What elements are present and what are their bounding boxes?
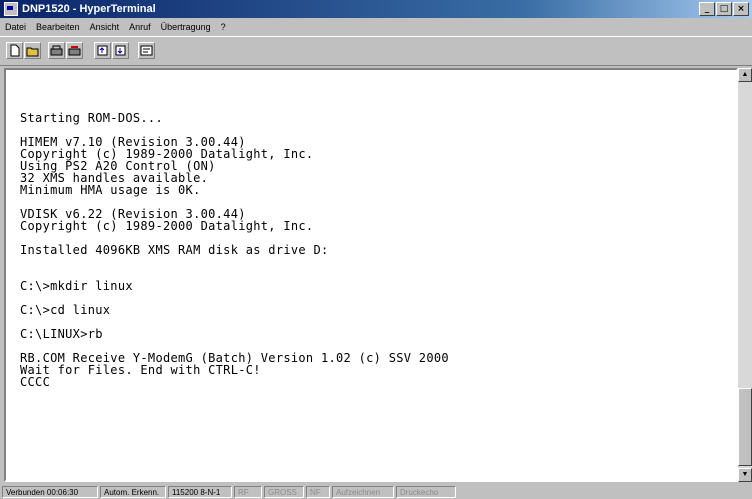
terminal-line: Installed 4096KB XMS RAM disk as drive D… [20, 243, 329, 257]
toolbar-group-file [6, 42, 42, 60]
status-detect: Autom. Erkenn. [100, 486, 166, 498]
status-capture: Aufzeichnen [332, 486, 394, 498]
terminal-output[interactable]: Starting ROM-DOS... HIMEM v7.10 (Revision… [20, 100, 732, 476]
terminal-line: C:\>cd linux [20, 303, 111, 317]
menu-anruf[interactable]: Anruf [124, 22, 156, 32]
terminal-line: C:\LINUX>rb [20, 327, 103, 341]
menu-bearbeiten[interactable]: Bearbeiten [31, 22, 85, 32]
status-bar: Verbunden 00:06:30 Autom. Erkenn. 115200… [0, 485, 752, 499]
terminal-line: Copyright (c) 1989-2000 Datalight, Inc. [20, 219, 314, 233]
toolbar-group-transfer [94, 42, 130, 60]
terminal-line: Starting ROM-DOS... [20, 111, 163, 125]
menu-bar: Datei Bearbeiten Ansicht Anruf Übertragu… [0, 19, 752, 35]
terminal-line: Minimum HMA usage is 0K. [20, 183, 201, 197]
status-settings: 115200 8-N-1 [168, 486, 232, 498]
window-controls: _ □ × [699, 2, 749, 16]
status-caps: GROSS [264, 486, 304, 498]
terminal-line: CCCC [20, 375, 51, 389]
scrollbar-thumb[interactable] [738, 388, 752, 466]
terminal-frame[interactable]: Starting ROM-DOS... HIMEM v7.10 (Revision… [4, 68, 738, 482]
receive-icon[interactable] [112, 42, 129, 59]
menu-datei[interactable]: Datei [0, 22, 31, 32]
status-num: NF [306, 486, 330, 498]
scroll-down-arrow-icon[interactable]: ▼ [738, 468, 752, 482]
window-title: DNP1520 - HyperTerminal [22, 3, 156, 15]
status-print: Druckecho [396, 486, 456, 498]
disconnect-icon[interactable] [66, 42, 83, 59]
menu-uebertragung[interactable]: Übertragung [156, 22, 216, 32]
hyperterminal-icon[interactable] [4, 2, 18, 16]
new-icon[interactable] [6, 42, 23, 59]
status-connected: Verbunden 00:06:30 [2, 486, 98, 498]
properties-icon[interactable] [138, 42, 155, 59]
terminal-line: C:\>mkdir linux [20, 279, 133, 293]
close-button[interactable]: × [733, 2, 749, 16]
toolbar [0, 36, 752, 66]
terminal-line: Wait for Files. End with CTRL-C! [20, 363, 261, 377]
title-bar[interactable]: DNP1520 - HyperTerminal _ □ × [0, 0, 752, 18]
minimize-button[interactable]: _ [699, 2, 715, 16]
menu-help[interactable]: ? [216, 22, 231, 32]
toolbar-group-properties [138, 42, 156, 60]
scroll-up-arrow-icon[interactable]: ▲ [738, 68, 752, 82]
menu-ansicht[interactable]: Ansicht [85, 22, 125, 32]
status-scroll: RF [234, 486, 262, 498]
vertical-scrollbar[interactable]: ▲ ▼ [738, 68, 752, 482]
maximize-button[interactable]: □ [716, 2, 732, 16]
open-icon[interactable] [24, 42, 41, 59]
connect-icon[interactable] [48, 42, 65, 59]
send-icon[interactable] [94, 42, 111, 59]
hyperterminal-window: DNP1520 - HyperTerminal _ □ × Datei Bear… [0, 0, 752, 499]
toolbar-group-connection [48, 42, 84, 60]
